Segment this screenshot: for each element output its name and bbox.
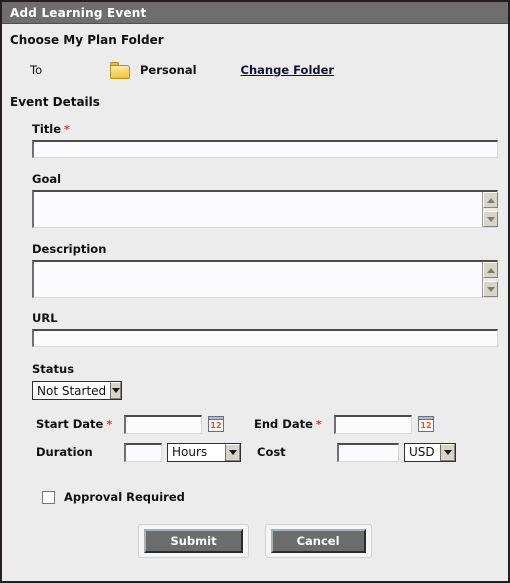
dialog-body: Choose My Plan Folder To Personal Change… xyxy=(2,33,508,558)
status-label: Status xyxy=(32,362,75,376)
start-date-required-marker: * xyxy=(106,418,113,431)
title-field-group: Title * xyxy=(8,118,502,158)
dialog-titlebar: Add Learning Event xyxy=(2,2,508,24)
end-date-input[interactable] xyxy=(334,414,412,434)
calendar-icon[interactable]: 12 xyxy=(418,416,434,432)
url-input[interactable] xyxy=(32,329,498,347)
status-field-group: Status xyxy=(8,358,502,377)
dates-block: Start Date * 12 End Date * 12 Duration H… xyxy=(8,412,502,464)
duration-unit-value: Hours xyxy=(172,445,208,459)
scroll-up-icon[interactable] xyxy=(483,262,498,278)
title-label: Title xyxy=(32,122,62,136)
url-field-group: URL xyxy=(8,307,502,347)
end-date-label-group: End Date * xyxy=(254,417,334,431)
duration-cost-row: Duration Hours Cost USD xyxy=(36,440,502,464)
chevron-down-icon[interactable] xyxy=(110,382,121,399)
start-end-date-row: Start Date * 12 End Date * 12 xyxy=(36,412,502,436)
description-label: Description xyxy=(32,242,107,256)
start-date-input[interactable] xyxy=(124,414,202,434)
title-input[interactable] xyxy=(32,140,498,158)
to-label: To xyxy=(30,63,43,77)
chevron-down-icon[interactable] xyxy=(440,443,455,461)
cost-input[interactable] xyxy=(337,442,399,462)
currency-value: USD xyxy=(409,445,435,459)
cost-label: Cost xyxy=(257,445,286,459)
currency-select[interactable]: USD xyxy=(404,442,456,462)
calendar-icon[interactable]: 12 xyxy=(208,416,224,432)
dialog-actions: Submit Cancel xyxy=(8,524,502,558)
status-select[interactable]: Not Started xyxy=(32,381,122,400)
change-folder-link[interactable]: Change Folder xyxy=(241,63,335,77)
title-required-marker: * xyxy=(64,123,70,136)
description-scrollbar[interactable] xyxy=(482,262,498,297)
status-select-value: Not Started xyxy=(37,383,107,398)
chevron-down-icon[interactable] xyxy=(225,443,240,461)
calendar-day-number: 12 xyxy=(420,421,432,430)
approval-required-checkbox[interactable] xyxy=(42,490,55,504)
approval-required-label: Approval Required xyxy=(64,490,185,504)
cancel-button-wrapper[interactable]: Cancel xyxy=(264,524,372,558)
scroll-down-icon[interactable] xyxy=(483,211,498,227)
description-textarea-wrapper xyxy=(32,260,498,298)
end-date-required-marker: * xyxy=(315,418,322,431)
start-date-label-group: Start Date * xyxy=(36,417,124,431)
goal-scrollbar[interactable] xyxy=(482,192,498,227)
description-field-group: Description xyxy=(8,238,502,298)
goal-textarea-wrapper xyxy=(32,190,498,228)
duration-unit-select[interactable]: Hours xyxy=(167,442,241,462)
description-textarea[interactable] xyxy=(34,262,482,297)
end-date-label: End Date xyxy=(254,417,313,431)
scroll-down-icon[interactable] xyxy=(483,281,498,297)
event-details-heading: Event Details xyxy=(10,95,100,109)
dialog-title: Add Learning Event xyxy=(10,5,147,20)
add-learning-event-dialog: Add Learning Event Choose My Plan Folder… xyxy=(0,0,510,583)
choose-folder-heading: Choose My Plan Folder xyxy=(10,33,164,47)
duration-label: Duration xyxy=(36,445,93,459)
cancel-button[interactable]: Cancel xyxy=(270,529,366,553)
submit-button[interactable]: Submit xyxy=(144,529,243,553)
goal-label: Goal xyxy=(32,172,62,186)
submit-button-wrapper[interactable]: Submit xyxy=(138,524,249,558)
folder-name: Personal xyxy=(140,63,197,77)
start-date-label: Start Date xyxy=(36,417,104,431)
url-label: URL xyxy=(32,311,58,325)
duration-input[interactable] xyxy=(124,442,162,462)
folder-icon xyxy=(110,61,130,79)
scroll-up-icon[interactable] xyxy=(483,192,498,208)
calendar-day-number: 12 xyxy=(210,421,222,430)
approval-required-row: Approval Required xyxy=(8,490,502,504)
goal-textarea[interactable] xyxy=(34,192,482,227)
folder-row: To Personal Change Folder xyxy=(8,59,502,81)
goal-field-group: Goal xyxy=(8,168,502,228)
